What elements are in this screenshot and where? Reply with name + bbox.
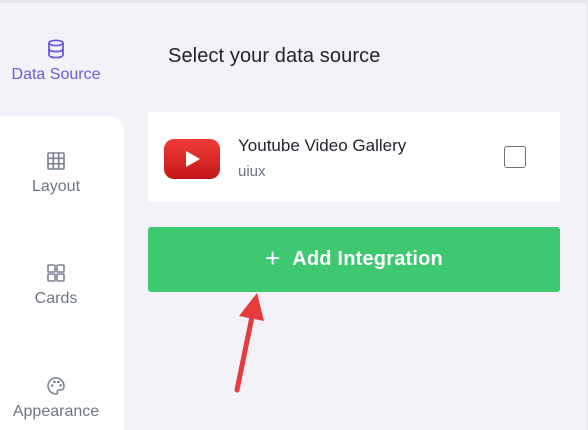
sidebar-item-layout[interactable]: Layout: [0, 150, 112, 196]
sidebar-item-label: Cards: [34, 290, 78, 307]
youtube-logo-icon: [164, 139, 220, 179]
sidebar-item-cards[interactable]: Cards: [0, 262, 112, 308]
data-source-checkbox[interactable]: [504, 146, 526, 168]
sidebar-item-label: Data Source: [11, 66, 101, 83]
grid-icon: [47, 152, 65, 170]
page-title: Select your data source: [168, 45, 381, 67]
sidebar-item-data-source[interactable]: Data Source: [0, 38, 112, 84]
add-integration-label: Add Integration: [292, 248, 443, 270]
cards-icon: [47, 264, 65, 282]
plus-icon: +: [265, 243, 281, 273]
sidebar-item-appearance[interactable]: Appearance: [0, 375, 112, 421]
add-integration-button[interactable]: + Add Integration: [148, 227, 560, 292]
data-source-subtitle: uiux: [238, 163, 266, 180]
sidebar: Data Source Layout Cards Appearance: [0, 0, 124, 430]
data-source-card-youtube[interactable]: Youtube Video Gallery uiux: [148, 112, 560, 202]
palette-icon: [47, 377, 65, 395]
data-source-name: Youtube Video Gallery: [238, 136, 407, 155]
database-icon: [48, 39, 64, 59]
data-source-page: Data Source Layout Cards Appearance Sele…: [0, 0, 588, 430]
sidebar-item-label: Appearance: [12, 403, 100, 420]
sidebar-item-label: Layout: [31, 178, 81, 195]
